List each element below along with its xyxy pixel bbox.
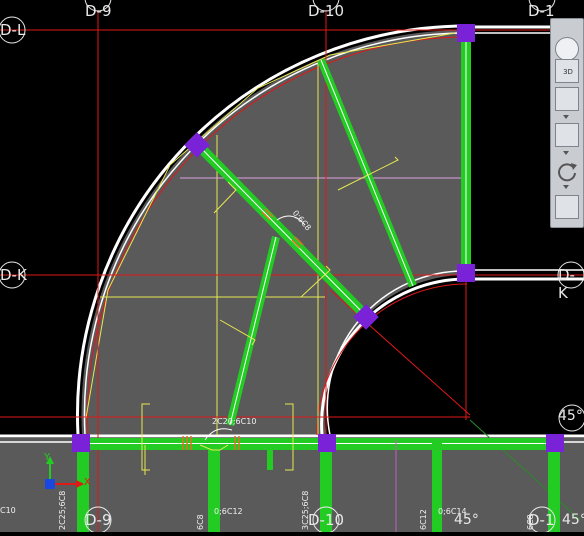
axis-label-dk-left: D-K — [0, 266, 27, 284]
ucs-x-label: X — [84, 477, 91, 488]
cad-viewport[interactable]: D-9 D-10 D-1 D-L D-K D-K D-9 D-10 D-1 45… — [0, 0, 584, 534]
orbit-icon[interactable] — [555, 159, 579, 183]
sphere-icon[interactable] — [555, 37, 579, 61]
axis-label-d9-bottom: D-9 — [85, 511, 112, 529]
navigation-bar: 3D — [550, 18, 584, 228]
cube-3d-icon[interactable]: 3D — [555, 59, 579, 83]
annotation-6c12-2: 6C12 — [419, 509, 428, 530]
annotation-6c8-2: 6C8 — [526, 514, 535, 530]
angle-label-bottom-b: 45° — [562, 512, 584, 528]
angle-label-right: 45° — [558, 408, 583, 424]
box-iso-icon[interactable] — [555, 123, 579, 147]
annotation-3c25: 3C25;6C8 — [301, 490, 310, 530]
annotation-6c8: 6C8 — [196, 514, 205, 530]
ucs-y-label: Y — [44, 452, 51, 463]
annotation-6c14: 0;6C14 — [438, 507, 467, 516]
chevron-down-icon[interactable] — [563, 151, 569, 155]
box-front-icon[interactable] — [555, 87, 579, 111]
annotation-c10: C10 — [0, 506, 16, 515]
beam-annotation-bottom: 2C20;6C10 — [212, 417, 257, 426]
chevron-down-icon[interactable] — [563, 185, 569, 189]
axis-label-d10-bottom: D-10 — [308, 511, 345, 529]
chevron-down-icon[interactable] — [563, 115, 569, 119]
axis-label-dk-right: D-K — [558, 266, 575, 302]
annotation-6c12-1: 0;6C12 — [214, 507, 243, 516]
layers-icon[interactable] — [555, 195, 579, 219]
axis-label-dl: D-L — [0, 21, 26, 39]
axis-label-d9-top: D-9 — [85, 2, 112, 20]
cube-3d-caption: 3D — [563, 68, 573, 76]
axis-label-d10-top: D-10 — [308, 2, 345, 20]
annotation-2c25: 2C25;6C8 — [58, 490, 67, 530]
slab-curved — [81, 29, 467, 435]
